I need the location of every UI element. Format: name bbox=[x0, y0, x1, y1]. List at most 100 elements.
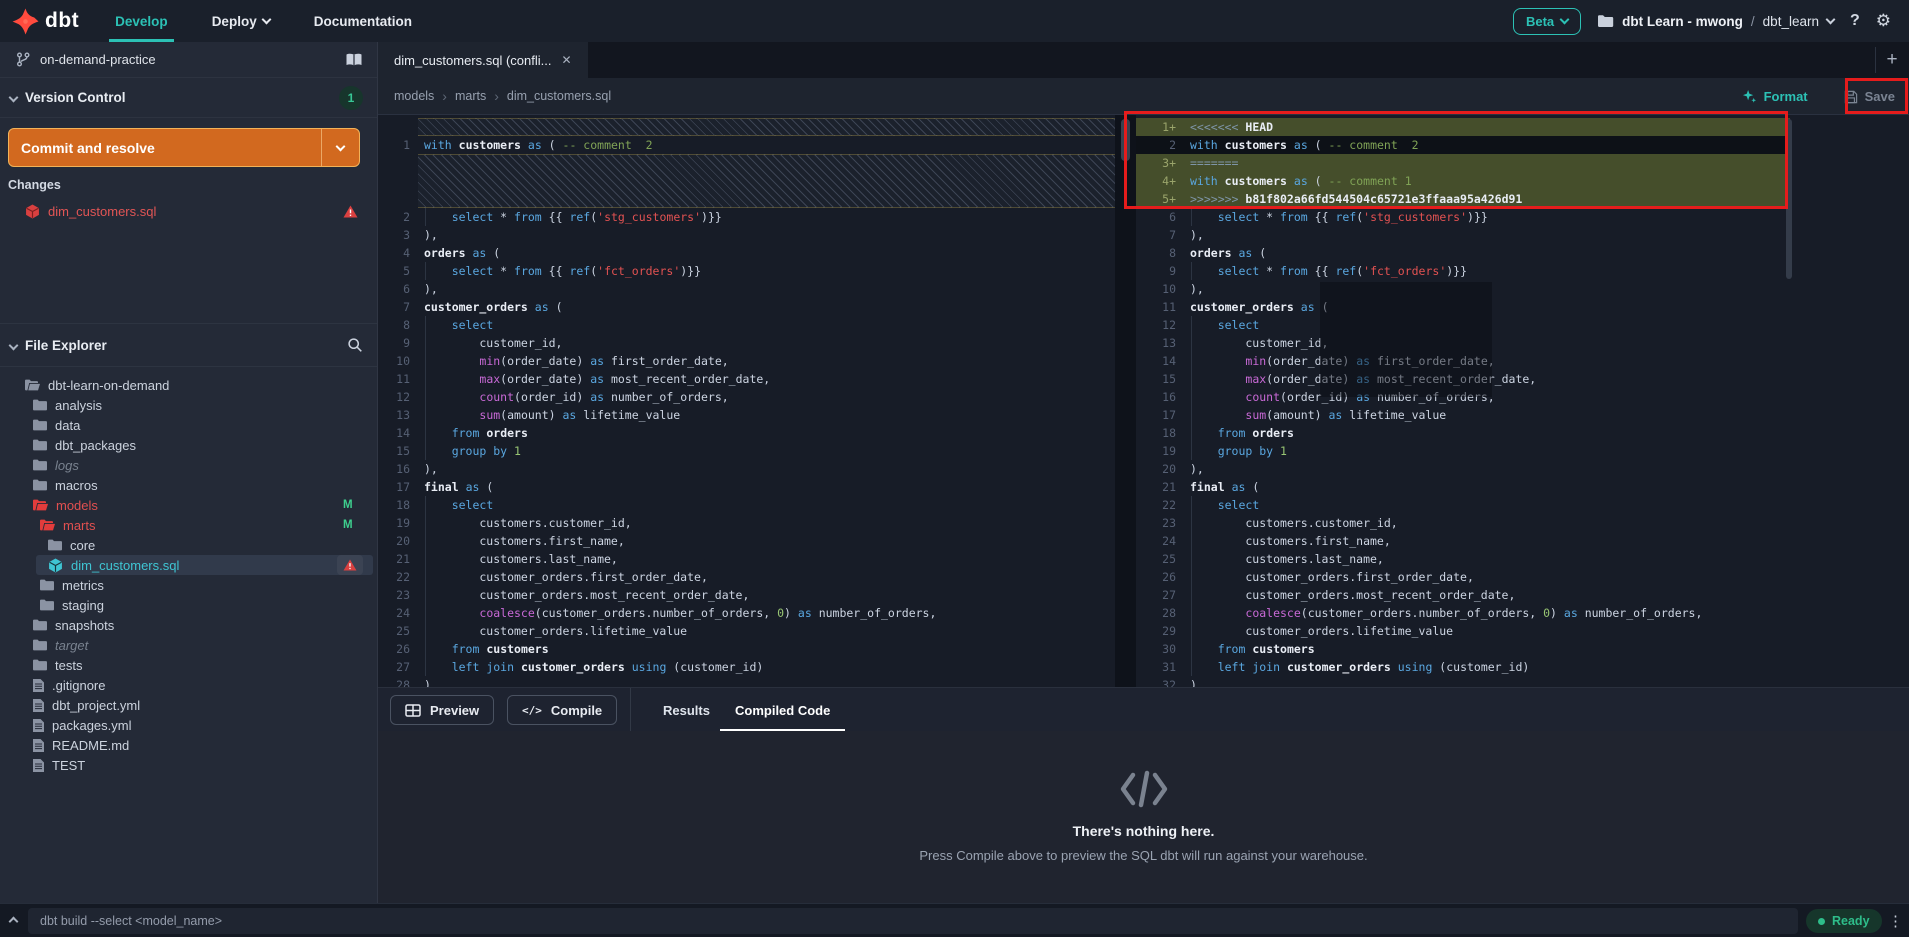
kebab-menu-icon[interactable]: ⋮ bbox=[1888, 912, 1903, 930]
commit-options-dropdown[interactable] bbox=[322, 146, 359, 150]
code-line: 14 from orders bbox=[378, 424, 1115, 442]
tree-item-macros[interactable]: macros bbox=[0, 475, 377, 495]
code-line: 17 sum(amount) as lifetime_value bbox=[1136, 406, 1790, 424]
gear-icon[interactable]: ⚙ bbox=[1876, 11, 1891, 31]
tree-item-models[interactable]: modelsM bbox=[0, 495, 377, 515]
code-line: 20), bbox=[1136, 460, 1790, 478]
dbt-logo[interactable]: dbt bbox=[0, 8, 93, 35]
version-control-title: Version Control bbox=[25, 90, 339, 105]
tree-item-analysis[interactable]: analysis bbox=[0, 395, 377, 415]
folder-icon bbox=[48, 539, 62, 551]
tree-item-dim_customers.sql[interactable]: dim_customers.sql bbox=[0, 555, 377, 575]
beta-badge[interactable]: Beta bbox=[1513, 8, 1581, 35]
tree-item-label: models bbox=[56, 498, 98, 513]
tree-item-core[interactable]: core bbox=[0, 535, 377, 555]
pane-divider-scrollbar[interactable] bbox=[1115, 115, 1136, 687]
tree-item-label: .gitignore bbox=[52, 678, 105, 693]
empty-state-title: There's nothing here. bbox=[1073, 823, 1215, 839]
git-branch-icon bbox=[16, 52, 30, 67]
chevron-up-icon[interactable] bbox=[9, 917, 19, 927]
tree-item-metrics[interactable]: metrics bbox=[0, 575, 377, 595]
tree-item-TEST[interactable]: TEST bbox=[0, 755, 377, 775]
close-icon[interactable]: ✕ bbox=[562, 53, 572, 67]
code-line: 16), bbox=[378, 460, 1115, 478]
tree-item-dbt-learn-on-demand[interactable]: dbt-learn-on-demand bbox=[0, 375, 377, 395]
project-selector[interactable]: dbt Learn - mwong / dbt_learn bbox=[1597, 14, 1834, 29]
tree-item-data[interactable]: data bbox=[0, 415, 377, 435]
tab-results[interactable]: Results bbox=[663, 688, 710, 732]
merge-pane-left[interactable]: 1with customers as ( -- comment 22 selec… bbox=[378, 115, 1115, 687]
preview-button[interactable]: Preview bbox=[390, 695, 494, 725]
tab-compiled-code[interactable]: Compiled Code bbox=[735, 688, 830, 732]
line-number: 31 bbox=[1136, 658, 1176, 676]
tree-item-snapshots[interactable]: snapshots bbox=[0, 615, 377, 635]
tree-item-logs[interactable]: logs bbox=[0, 455, 377, 475]
new-tab-button[interactable]: + bbox=[1881, 49, 1903, 71]
folder-icon bbox=[33, 619, 47, 631]
line-number: 23 bbox=[378, 586, 410, 604]
breadcrumb-item[interactable]: models bbox=[394, 89, 434, 103]
code-line: 17final as ( bbox=[378, 478, 1115, 496]
format-button[interactable]: Format bbox=[1742, 89, 1808, 104]
tree-item-dbt_packages[interactable]: dbt_packages bbox=[0, 435, 377, 455]
tab-dim-customers[interactable]: dim_customers.sql (confli... ✕ bbox=[378, 42, 588, 78]
tree-item-tests[interactable]: tests bbox=[0, 655, 377, 675]
tree-item-label: dim_customers.sql bbox=[71, 558, 179, 573]
folder-open-icon bbox=[25, 379, 40, 391]
breadcrumb-item[interactable]: dim_customers.sql bbox=[507, 89, 611, 103]
version-control-header[interactable]: Version Control 1 bbox=[0, 78, 377, 118]
tree-item-label: staging bbox=[62, 598, 104, 613]
code-line: 15 group by 1 bbox=[378, 442, 1115, 460]
line-number: 20 bbox=[1136, 460, 1176, 478]
changed-file-row[interactable]: dim_customers.sql bbox=[0, 200, 377, 222]
code-line: 18 select bbox=[378, 496, 1115, 514]
file-explorer-header[interactable]: File Explorer bbox=[0, 323, 377, 367]
save-button[interactable]: Save bbox=[1844, 89, 1895, 104]
sidebar: on-demand-practice Version Control 1 Com… bbox=[0, 42, 378, 903]
commit-and-resolve-button[interactable]: Commit and resolve bbox=[8, 128, 360, 167]
search-icon[interactable] bbox=[347, 337, 363, 353]
folder-icon bbox=[40, 599, 54, 611]
tree-item-README.md[interactable]: README.md bbox=[0, 735, 377, 755]
line-number: 4 bbox=[378, 244, 410, 262]
compile-button[interactable]: </> Compile bbox=[507, 695, 617, 725]
code-line: 7), bbox=[1136, 226, 1790, 244]
nav-documentation[interactable]: Documentation bbox=[292, 0, 434, 42]
merge-pane-right[interactable]: 1+<<<<<<< HEAD2with customers as ( -- co… bbox=[1136, 115, 1790, 687]
line-number: 12 bbox=[1136, 316, 1176, 334]
code-line: 8 select bbox=[378, 316, 1115, 334]
line-number: 14 bbox=[1136, 352, 1176, 370]
merge-spacer-hatch bbox=[418, 118, 1115, 136]
branch-name: on-demand-practice bbox=[40, 52, 345, 67]
chevron-down-icon bbox=[1826, 15, 1836, 25]
line-number: 14 bbox=[378, 424, 410, 442]
right-pane-scrollbar-thumb[interactable] bbox=[1786, 119, 1792, 279]
tree-item-staging[interactable]: staging bbox=[0, 595, 377, 615]
tree-item-target[interactable]: target bbox=[0, 635, 377, 655]
code-line: 22 customer_orders.first_order_date, bbox=[378, 568, 1115, 586]
code-line: 14 min(order_date) as first_order_date, bbox=[1136, 352, 1790, 370]
tree-item-marts[interactable]: martsM bbox=[0, 515, 377, 535]
tree-item-.gitignore[interactable]: .gitignore bbox=[0, 675, 377, 695]
line-number: 18 bbox=[378, 496, 410, 514]
code-line: 31 left join customer_orders using (cust… bbox=[1136, 658, 1790, 676]
folder-icon bbox=[33, 419, 47, 431]
modified-badge: M bbox=[343, 519, 353, 531]
nav-develop[interactable]: Develop bbox=[93, 0, 190, 42]
tree-item-dbt_project.yml[interactable]: dbt_project.yml bbox=[0, 695, 377, 715]
tree-item-label: data bbox=[55, 418, 80, 433]
line-number: 32 bbox=[1136, 676, 1176, 687]
branch-selector[interactable]: on-demand-practice bbox=[0, 42, 377, 78]
chevron-down-icon bbox=[1560, 15, 1570, 25]
tree-item-packages.yml[interactable]: packages.yml bbox=[0, 715, 377, 735]
command-input[interactable] bbox=[28, 908, 1798, 934]
line-number: 24 bbox=[378, 604, 410, 622]
code-line: 12 select bbox=[1136, 316, 1790, 334]
tree-item-label: README.md bbox=[52, 738, 129, 753]
line-number: 24 bbox=[1136, 532, 1176, 550]
docs-book-icon[interactable] bbox=[345, 53, 363, 67]
breadcrumb-item[interactable]: marts bbox=[455, 89, 486, 103]
line-number: 11 bbox=[378, 370, 410, 388]
nav-deploy[interactable]: Deploy bbox=[190, 0, 292, 42]
help-icon[interactable]: ? bbox=[1850, 12, 1860, 30]
